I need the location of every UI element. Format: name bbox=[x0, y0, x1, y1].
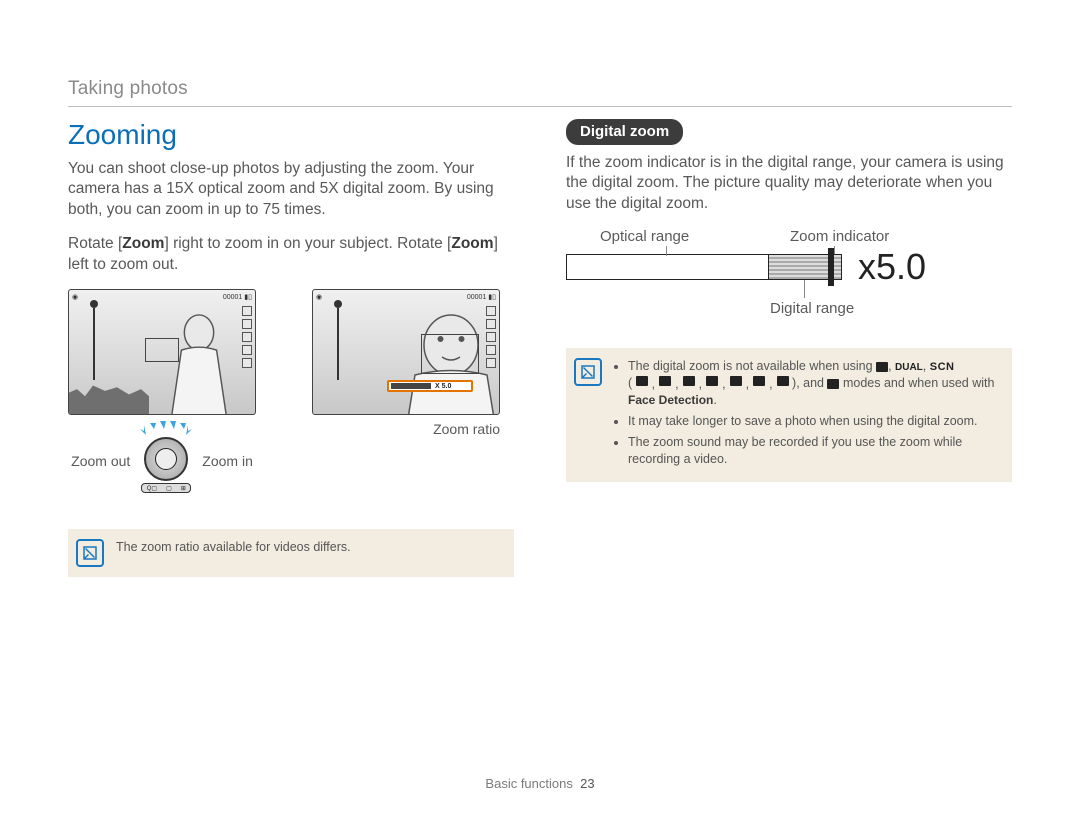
streetlamp-icon bbox=[87, 300, 101, 380]
zoom-ratio-label: Zoom ratio bbox=[433, 421, 500, 437]
zoom-control-row: Zoom out bbox=[71, 421, 253, 501]
zoom-dial: Q▢▢⊞ bbox=[138, 421, 194, 501]
page-footer: Basic functions 23 bbox=[0, 776, 1080, 791]
zoom-range-diagram: Optical range Zoom indicator Digital ran… bbox=[566, 228, 966, 320]
digital-zoom-intro: If the zoom indicator is in the digital … bbox=[566, 153, 1012, 214]
person-silhouette bbox=[155, 312, 243, 415]
zoom-bold-2: Zoom bbox=[451, 235, 493, 252]
zoom-bold-1: Zoom bbox=[122, 235, 164, 252]
leader-line bbox=[804, 280, 805, 298]
mode-icon-dual: DUAL bbox=[895, 362, 923, 373]
pill-digital-zoom: Digital zoom bbox=[566, 119, 683, 145]
focus-box bbox=[421, 334, 479, 374]
zoom-out-label: Zoom out bbox=[71, 453, 130, 469]
rotate-instruction: Rotate [Zoom] right to zoom in on your s… bbox=[68, 234, 514, 275]
mode-icon-movie bbox=[827, 379, 839, 389]
txt: ] right to zoom in on your subject. Rota… bbox=[164, 235, 451, 252]
zoom-value: x5.0 bbox=[858, 246, 926, 288]
digital-range-label: Digital range bbox=[770, 300, 854, 317]
mode-icon-cs bbox=[876, 362, 888, 372]
zoom-bar-label: X 5.0 bbox=[435, 383, 451, 390]
note-box-left: The zoom ratio available for videos diff… bbox=[68, 529, 514, 577]
note-item-2: It may take longer to save a photo when … bbox=[628, 413, 1002, 430]
lcd-screens-row: ◉ 00001 ▮▯ Zoom out bbox=[68, 289, 514, 501]
note-text: The zoom ratio available for videos diff… bbox=[116, 539, 351, 556]
battery-icon: ▮▯ bbox=[488, 294, 496, 301]
divider bbox=[68, 106, 1012, 107]
zoom-arrows-icon bbox=[138, 421, 194, 437]
camera-icon: ◉ bbox=[72, 293, 78, 303]
face-detection-label: Face Detection bbox=[628, 393, 713, 407]
note-item-3: The zoom sound may be recorded if you us… bbox=[628, 434, 1002, 468]
streetlamp-icon bbox=[331, 300, 345, 380]
left-column: Zooming You can shoot close-up photos by… bbox=[68, 119, 514, 577]
optical-range-label: Optical range bbox=[600, 228, 689, 245]
counter: 00001 bbox=[467, 294, 486, 301]
lcd-screen-tele: ◉ 00001 ▮▯ X 5.0 bbox=[312, 289, 500, 415]
battery-icon: ▮▯ bbox=[244, 294, 252, 301]
dial-base-icon: Q▢▢⊞ bbox=[141, 483, 191, 493]
focus-box bbox=[145, 338, 179, 362]
right-status-icons bbox=[242, 306, 252, 368]
leader-line bbox=[666, 246, 667, 256]
zoom-in-label: Zoom in bbox=[202, 453, 253, 469]
note-item-1: The digital zoom is not available when u… bbox=[628, 358, 1002, 409]
note-list: The digital zoom is not available when u… bbox=[614, 358, 1002, 472]
dial-icon bbox=[144, 437, 188, 481]
zoom-ratio-bar: X 5.0 bbox=[387, 380, 473, 392]
note-icon bbox=[574, 358, 602, 386]
txt: Rotate [ bbox=[68, 235, 122, 252]
heading-zooming: Zooming bbox=[68, 119, 514, 151]
intro-text: You can shoot close-up photos by adjusti… bbox=[68, 159, 514, 220]
leader-line bbox=[834, 246, 835, 254]
counter: 00001 bbox=[223, 294, 242, 301]
mode-icons-row: , , , , , , bbox=[636, 376, 789, 393]
zoom-indicator-label: Zoom indicator bbox=[790, 228, 889, 245]
right-column: Digital zoom If the zoom indicator is in… bbox=[566, 119, 1012, 577]
note-icon bbox=[76, 539, 104, 567]
breadcrumb: Taking photos bbox=[68, 78, 1012, 100]
footer-page-number: 23 bbox=[580, 776, 594, 791]
note-box-right: The digital zoom is not available when u… bbox=[566, 348, 1012, 482]
mode-icon-scn: SCN bbox=[930, 361, 955, 373]
footer-section: Basic functions bbox=[485, 776, 572, 791]
lcd-screen-wide: ◉ 00001 ▮▯ bbox=[68, 289, 256, 415]
skyline-icon bbox=[69, 378, 149, 414]
camera-icon: ◉ bbox=[316, 293, 322, 303]
